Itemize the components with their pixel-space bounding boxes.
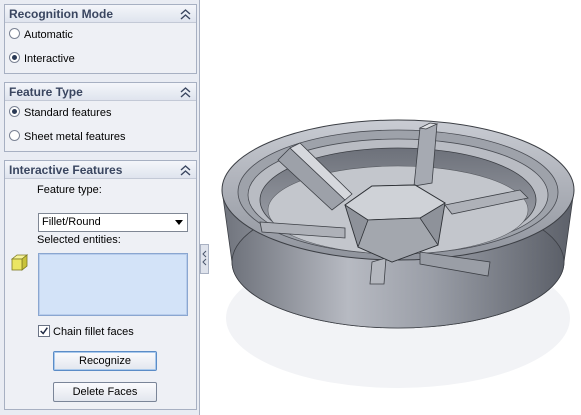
property-manager-panel: Recognition Mode Automatic Interactive F… (0, 0, 200, 415)
selected-entities-label: Selected entities: (37, 234, 121, 246)
interactive-features-title: Interactive Features (9, 163, 123, 177)
recognition-mode-title: Recognition Mode (9, 7, 113, 21)
radio-interactive[interactable]: Interactive (9, 51, 75, 67)
feature-type-title: Feature Type (9, 85, 83, 99)
radio-automatic-label: Automatic (24, 29, 73, 41)
radio-standard-features-label: Standard features (24, 107, 112, 119)
recognition-mode-group: Recognition Mode Automatic Interactive (4, 4, 197, 74)
feature-type-dropdown[interactable]: Fillet/Round (38, 213, 188, 232)
interactive-features-group: Interactive Features Feature type: Fille… (4, 160, 197, 410)
double-chevron-up-icon[interactable] (180, 8, 191, 20)
radio-standard-features[interactable]: Standard features (9, 105, 111, 121)
feature-type-header[interactable]: Feature Type (5, 83, 196, 101)
radio-automatic-button[interactable] (9, 28, 20, 39)
radio-sheet-metal-features-button[interactable] (9, 130, 20, 141)
radio-sheet-metal-features-label: Sheet metal features (24, 131, 126, 143)
face-cube-icon (11, 254, 28, 271)
checkmark-icon (40, 327, 48, 335)
graphics-viewport[interactable] (201, 0, 581, 415)
radio-interactive-button[interactable] (9, 52, 20, 63)
recognition-mode-header[interactable]: Recognition Mode (5, 5, 196, 23)
radio-sheet-metal-features[interactable]: Sheet metal features (9, 129, 126, 145)
recognize-button[interactable]: Recognize (53, 351, 157, 371)
radio-interactive-label: Interactive (24, 53, 75, 65)
part-model[interactable] (221, 119, 575, 388)
radio-automatic[interactable]: Automatic (9, 27, 73, 43)
double-chevron-up-icon[interactable] (180, 86, 191, 98)
chain-fillet-checkbox[interactable] (38, 325, 50, 337)
feature-type-label: Feature type: (37, 184, 102, 196)
double-chevron-up-icon[interactable] (180, 164, 191, 176)
feature-type-group: Feature Type Standard features Sheet met… (4, 82, 197, 152)
chevron-down-icon[interactable] (175, 220, 183, 226)
selected-entities-box[interactable] (38, 253, 188, 316)
chain-fillet-label: Chain fillet faces (53, 326, 134, 338)
radio-standard-features-button[interactable] (9, 106, 20, 117)
feature-type-value: Fillet/Round (42, 216, 101, 228)
delete-faces-button[interactable]: Delete Faces (53, 382, 157, 402)
interactive-features-header[interactable]: Interactive Features (5, 161, 196, 179)
